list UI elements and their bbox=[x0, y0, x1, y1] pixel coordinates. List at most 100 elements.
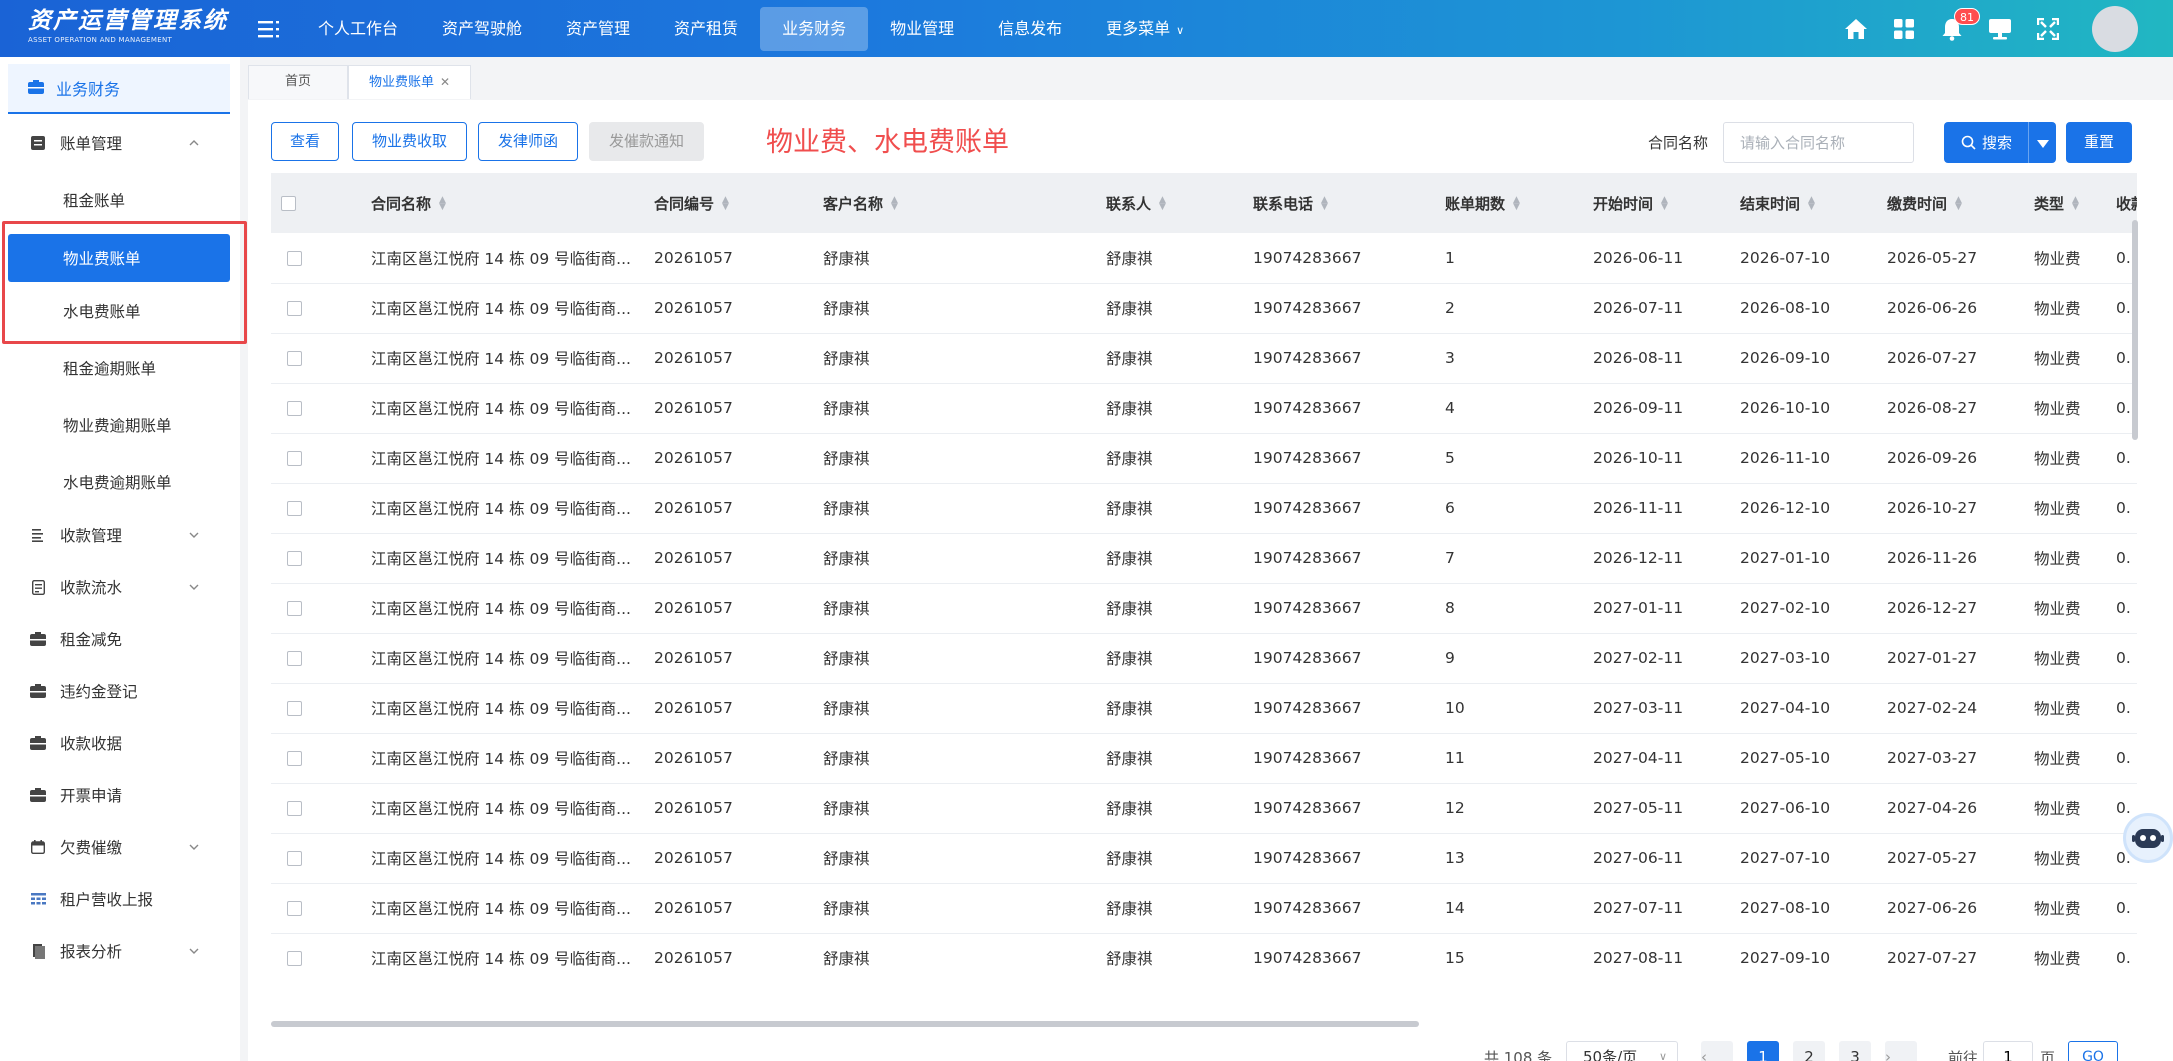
row-checkbox[interactable] bbox=[287, 451, 302, 466]
table-row[interactable]: 江南区邕江悦府 14 栋 09 号临街商... 20261057 舒康祺 舒康祺 190… bbox=[271, 333, 2137, 383]
sidebar-item-property-bill[interactable]: 物业费账单 bbox=[8, 234, 230, 282]
close-icon[interactable]: ✕ bbox=[440, 75, 450, 89]
sort-icon[interactable]: ▲ ▼ bbox=[1513, 196, 1520, 212]
home-icon[interactable] bbox=[1844, 17, 1868, 41]
table-row[interactable]: 江南区邕江悦府 14 栋 09 号临街商... 20261057 舒康祺 舒康祺 190… bbox=[271, 883, 2137, 933]
table-row[interactable]: 江南区邕江悦府 14 栋 09 号临街商... 20261057 舒康祺 舒康祺 190… bbox=[271, 433, 2137, 483]
nav-item-more[interactable]: 更多菜单 ∨ bbox=[1084, 7, 1206, 51]
sort-icon[interactable]: ▲ ▼ bbox=[439, 196, 446, 212]
row-checkbox[interactable] bbox=[287, 801, 302, 816]
sidebar-item-tenant-report[interactable]: 租户营收上报 bbox=[0, 877, 240, 921]
table-row[interactable]: 江南区邕江悦府 14 栋 09 号临街商... 20261057 舒康祺 舒康祺 190… bbox=[271, 833, 2137, 883]
sort-icon[interactable]: ▲ ▼ bbox=[722, 196, 729, 212]
page-button-2[interactable]: 2 bbox=[1793, 1041, 1825, 1061]
view-button[interactable]: 查看 bbox=[271, 122, 339, 161]
sidebar-item-report-analysis[interactable]: 报表分析 bbox=[0, 929, 240, 973]
sort-icon[interactable]: ▲ ▼ bbox=[1955, 196, 1962, 212]
horizontal-scrollbar-thumb[interactable] bbox=[271, 1021, 1419, 1027]
sort-icon[interactable]: ▲ ▼ bbox=[1661, 196, 1668, 212]
table-row[interactable]: 江南区邕江悦府 14 栋 09 号临街商... 20261057 舒康祺 舒康祺 190… bbox=[271, 533, 2137, 583]
page-button-1[interactable]: 1 bbox=[1747, 1041, 1779, 1061]
table-row[interactable]: 江南区邕江悦府 14 栋 09 号临街商... 20261057 舒康祺 舒康祺 190… bbox=[271, 283, 2137, 333]
row-checkbox[interactable] bbox=[287, 901, 302, 916]
nav-item-finance[interactable]: 业务财务 bbox=[760, 6, 869, 51]
table-row[interactable]: 江南区邕江悦府 14 栋 09 号临街商... 20261057 舒康祺 舒康祺 190… bbox=[271, 933, 2137, 978]
col-header[interactable]: 开始时间 ▲ ▼ bbox=[1593, 173, 1740, 233]
col-header[interactable]: 合同名称 ▲ ▼ bbox=[371, 173, 654, 233]
search-input[interactable] bbox=[1723, 122, 1914, 163]
select-all-checkbox[interactable] bbox=[281, 196, 296, 211]
row-checkbox[interactable] bbox=[287, 851, 302, 866]
table-row[interactable]: 江南区邕江悦府 14 栋 09 号临街商... 20261057 舒康祺 舒康祺 190… bbox=[271, 383, 2137, 433]
col-header[interactable]: 账单期数 ▲ ▼ bbox=[1445, 173, 1593, 233]
prev-page-button[interactable]: ‹ bbox=[1701, 1041, 1733, 1061]
table-row[interactable]: 江南区邕江悦府 14 栋 09 号临街商... 20261057 舒康祺 舒康祺 190… bbox=[271, 583, 2137, 633]
row-checkbox[interactable] bbox=[287, 501, 302, 516]
sidebar-item-property-overdue[interactable]: 物业费逾期账单 bbox=[0, 403, 240, 447]
tab-home[interactable]: 首页 bbox=[248, 65, 349, 99]
col-header[interactable]: 缴费时间 ▲ ▼ bbox=[1887, 173, 2034, 233]
nav-item-info[interactable]: 信息发布 bbox=[976, 7, 1084, 51]
row-checkbox[interactable] bbox=[287, 301, 302, 316]
nav-item-asset-lease[interactable]: 资产租赁 bbox=[652, 7, 760, 51]
bell-icon[interactable]: 81 bbox=[1940, 7, 1980, 41]
vertical-scrollbar[interactable] bbox=[2132, 220, 2138, 440]
col-header[interactable]: 联系人 ▲ ▼ bbox=[1106, 173, 1253, 233]
table-row[interactable]: 江南区邕江悦府 14 栋 09 号临街商... 20261057 舒康祺 舒康祺 190… bbox=[271, 683, 2137, 733]
sidebar-item-utility-bill[interactable]: 水电费账单 bbox=[0, 289, 240, 333]
sidebar-header[interactable]: 业务财务 bbox=[8, 64, 230, 114]
nav-item-workbench[interactable]: 个人工作台 bbox=[296, 7, 420, 51]
sidebar-item-receipt[interactable]: 收款收据 bbox=[0, 721, 240, 765]
row-checkbox[interactable] bbox=[287, 250, 302, 266]
table-row[interactable]: 江南区邕江悦府 14 栋 09 号临街商... 20261057 舒康祺 舒康祺 190… bbox=[271, 233, 2137, 283]
row-checkbox[interactable] bbox=[287, 551, 302, 566]
tab-property-bill[interactable]: 物业费账单 ✕ bbox=[348, 65, 472, 99]
page-button-3[interactable]: 3 bbox=[1839, 1041, 1871, 1061]
sidebar-item-rent-overdue[interactable]: 租金逾期账单 bbox=[0, 346, 240, 390]
sidebar-item-rent-bill[interactable]: 租金账单 bbox=[0, 178, 240, 222]
nav-item-asset-mgmt[interactable]: 资产管理 bbox=[544, 7, 652, 51]
sort-icon[interactable]: ▲ ▼ bbox=[1808, 196, 1815, 212]
avatar[interactable] bbox=[2092, 5, 2138, 52]
col-header[interactable]: 联系电话 ▲ ▼ bbox=[1253, 173, 1445, 233]
assistant-robot-icon[interactable] bbox=[2123, 813, 2173, 863]
next-page-button[interactable]: › bbox=[1885, 1041, 1917, 1061]
urge-notice-button[interactable]: 发催款通知 bbox=[589, 122, 704, 161]
sidebar-item-arrears-urge[interactable]: 欠费催缴 bbox=[0, 825, 240, 869]
sort-icon[interactable]: ▲ ▼ bbox=[891, 196, 898, 212]
nav-item-property[interactable]: 物业管理 bbox=[868, 7, 976, 51]
search-button[interactable]: 搜索 bbox=[1944, 122, 2056, 163]
menu-toggle-icon[interactable] bbox=[254, 14, 284, 44]
table-row[interactable]: 江南区邕江悦府 14 栋 09 号临街商... 20261057 舒康祺 舒康祺 190… bbox=[271, 783, 2137, 833]
row-checkbox[interactable] bbox=[287, 601, 302, 616]
monitor-icon[interactable] bbox=[1988, 17, 2012, 41]
table-row[interactable]: 江南区邕江悦府 14 栋 09 号临街商... 20261057 舒康祺 舒康祺 190… bbox=[271, 483, 2137, 533]
apps-grid-icon[interactable] bbox=[1892, 17, 1916, 41]
horizontal-scrollbar[interactable] bbox=[271, 1021, 2137, 1029]
collect-fee-button[interactable]: 物业费收取 bbox=[352, 122, 467, 161]
nav-item-cockpit[interactable]: 资产驾驶舱 bbox=[420, 7, 544, 51]
col-header[interactable]: 类型 ▲ ▼ bbox=[2034, 173, 2116, 233]
col-header[interactable]: 结束时间 ▲ ▼ bbox=[1740, 173, 1887, 233]
sort-icon[interactable]: ▲ ▼ bbox=[1159, 196, 1166, 212]
sidebar-item-bill-mgmt[interactable]: 账单管理 bbox=[0, 121, 240, 165]
row-checkbox[interactable] bbox=[287, 651, 302, 666]
sidebar-item-collection-flow[interactable]: 收款流水 bbox=[0, 565, 240, 609]
row-checkbox[interactable] bbox=[287, 751, 302, 766]
row-checkbox[interactable] bbox=[287, 401, 302, 416]
col-header[interactable]: 合同编号 ▲ ▼ bbox=[654, 173, 823, 233]
sidebar-item-utility-overdue[interactable]: 水电费逾期账单 bbox=[0, 460, 240, 504]
sidebar-item-penalty-reg[interactable]: 违约金登记 bbox=[0, 669, 240, 713]
row-checkbox[interactable] bbox=[287, 951, 302, 966]
sidebar-item-invoice-apply[interactable]: 开票申请 bbox=[0, 773, 240, 817]
sort-icon[interactable]: ▲ ▼ bbox=[1321, 196, 1328, 212]
goto-page-input[interactable] bbox=[1983, 1041, 2033, 1061]
caret-down-icon[interactable] bbox=[2037, 135, 2049, 153]
sort-icon[interactable]: ▲ ▼ bbox=[2072, 196, 2079, 212]
page-size-select[interactable]: 50条/页 ∨ bbox=[1566, 1041, 1678, 1061]
sidebar-item-collection-mgmt[interactable]: 收款管理 bbox=[0, 513, 240, 557]
fullscreen-icon[interactable] bbox=[2036, 17, 2060, 41]
table-row[interactable]: 江南区邕江悦府 14 栋 09 号临街商... 20261057 舒康祺 舒康祺 190… bbox=[271, 733, 2137, 783]
row-checkbox[interactable] bbox=[287, 351, 302, 366]
app-logo[interactable]: 资产运营管理系统 ASSET OPERATION AND MANAGEMENT bbox=[0, 0, 240, 57]
